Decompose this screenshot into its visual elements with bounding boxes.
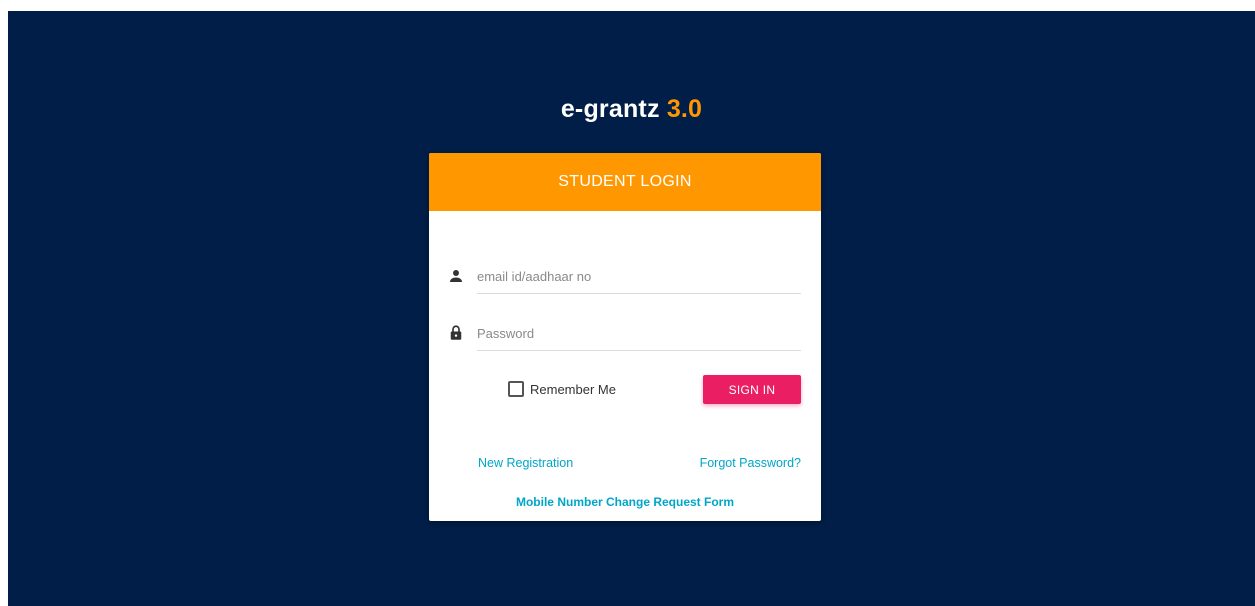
remember-me-label: Remember Me [530,381,616,397]
password-field [447,316,801,352]
page-background: e-grantz 3.0 STUDENT LOGIN email id/aadh… [8,11,1255,606]
remember-me-checkbox[interactable] [508,381,524,397]
app-title: e-grantz 3.0 [8,95,1255,124]
sign-in-button[interactable]: SIGN IN [703,375,801,404]
forgot-password-link[interactable]: Forgot Password? [700,456,801,470]
password-input[interactable] [477,316,801,351]
lock-icon [447,324,465,342]
email-aadhaar-input[interactable] [477,259,801,294]
brand-name: e-grantz [560,95,660,123]
remember-me[interactable]: Remember Me [508,379,616,399]
mobile-number-change-link[interactable]: Mobile Number Change Request Form [429,495,821,509]
brand-version: 3.0 [666,95,703,123]
username-field [447,259,801,295]
login-card: STUDENT LOGIN Remember Me [429,153,821,521]
login-card-header: STUDENT LOGIN [429,153,821,211]
person-icon [447,267,465,285]
new-registration-link[interactable]: New Registration [478,456,573,470]
